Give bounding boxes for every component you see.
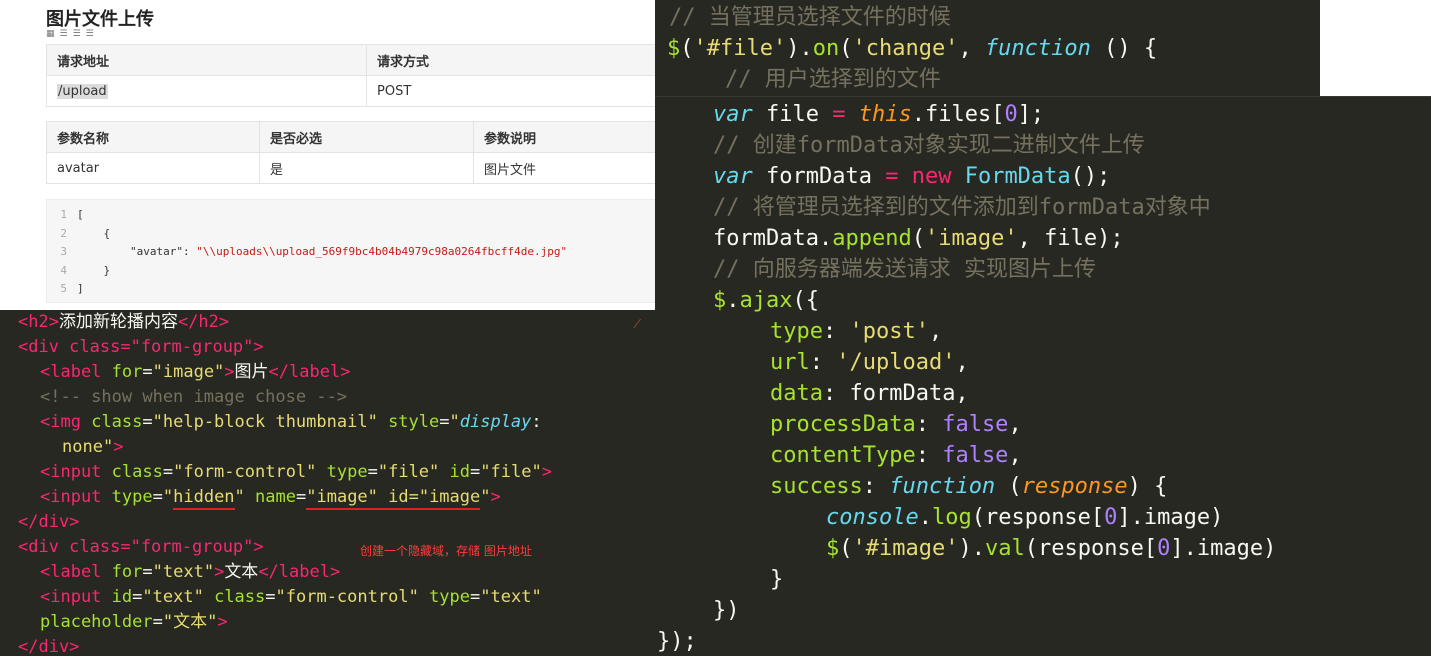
js-code-editor-main[interactable]: var file = this.files[0]; // 创建formData对… (655, 96, 1431, 656)
code-line: </div> (18, 512, 80, 532)
table-header: 请求方式 (366, 44, 655, 76)
code-line: console.log(response[0].image) (826, 505, 1224, 530)
code-line: 1[ (60, 208, 84, 221)
code-line: 4 } (60, 263, 111, 277)
code-line: 3 "avatar": "\\uploads\\upload_569f9bc4b… (60, 245, 568, 258)
code-line: formData.append('image', file); (713, 226, 1124, 251)
code-line-hidden-input: <input type="hidden" name="image" id="im… (40, 485, 501, 510)
api-doc-panel: 图片文件上传 ▦ ☰ ☰ ☰ 请求地址 请求方式 /upload POST 参数名称 … (0, 0, 655, 310)
avatar-path-string: "\\uploads\\upload_569f9bc4b04b4979c98a0… (196, 245, 568, 258)
code-line: url: '/upload', (770, 350, 969, 375)
code-line: success: function (response) { (770, 474, 1168, 499)
table-header: 参数名称 (46, 121, 260, 153)
code-line: <div class="form-group"> (18, 337, 264, 357)
code-line: contentType: false, (770, 443, 1022, 468)
table-cell: 是 (259, 152, 474, 184)
code-line: $.ajax({ (713, 288, 819, 313)
code-line: <label for="image">图片</label> (40, 362, 351, 382)
code-line: <label for="text">文本</label> (40, 562, 341, 582)
code-line: 2 { (60, 226, 111, 240)
table-cell: avatar (46, 152, 260, 184)
code-line: $('#file').on('change', function () { (667, 36, 1158, 61)
code-line: $('#image').val(response[0].image) (826, 536, 1277, 561)
cursor-mark-icon: ⁄ (636, 316, 639, 332)
code-comment: // 创建formData对象实现二进制文件上传 (713, 133, 1145, 158)
html-code-editor[interactable]: ⁄ <h2>添加新轮播内容</h2> <div class="form-grou… (0, 310, 655, 656)
align-center-icon[interactable]: ☰ (73, 29, 84, 39)
code-comment: // 用户选择到的文件 (725, 67, 941, 92)
code-line: <img class="help-block thumbnail" style=… (40, 412, 542, 432)
code-comment: // 向服务器端发送请求 实现图片上传 (713, 257, 1096, 282)
table-header: 是否必选 (259, 121, 474, 153)
code-line: <input class="form-control" type="file" … (40, 462, 552, 482)
request-table: 请求地址 请求方式 /upload POST (46, 44, 655, 107)
doc-toolbar: ▦ ☰ ☰ ☰ (46, 29, 99, 39)
code-comment: // 当管理员选择文件的时候 (669, 5, 951, 30)
table-header: 参数说明 (473, 121, 655, 153)
code-line: <div class="form-group"> (18, 537, 264, 557)
code-line: </div> (18, 637, 80, 656)
code-line: }) (713, 598, 740, 623)
js-code-editor-top[interactable]: // 当管理员选择文件的时候 $('#file').on('change', f… (655, 0, 1320, 97)
code-line: processData: false, (770, 412, 1022, 437)
table-cell: 图片文件 (473, 152, 655, 184)
code-line: var formData = new FormData(); (713, 164, 1111, 189)
code-line: type: 'post', (770, 319, 943, 344)
code-line: } (770, 567, 784, 592)
params-table: 参数名称 是否必选 参数说明 avatar 是 图片文件 (46, 121, 655, 184)
grid-icon[interactable]: ▦ (46, 29, 58, 39)
code-line: <input id="text" class="form-control" ty… (40, 587, 542, 607)
align-right-icon[interactable]: ☰ (86, 29, 97, 39)
code-comment: // 将管理员选择到的文件添加到formData对象中 (713, 195, 1211, 220)
code-line: <h2>添加新轮播内容</h2> (18, 312, 230, 332)
underlined-hidden: hidden (173, 487, 235, 510)
code-line: none"> (62, 437, 124, 457)
code-line: placeholder="文本"> (40, 612, 228, 632)
doc-title: 图片文件上传 (46, 9, 154, 30)
code-line: var file = this.files[0]; (713, 102, 1045, 127)
code-line: 5] (60, 282, 84, 295)
table-row: avatar 是 图片文件 (46, 152, 655, 184)
table-cell-method: POST (366, 75, 655, 107)
table-header: 请求地址 (46, 44, 367, 76)
align-left-icon[interactable]: ☰ (60, 29, 71, 39)
table-header-row: 参数名称 是否必选 参数说明 (46, 121, 655, 153)
code-line: }); (657, 629, 697, 654)
table-header-row: 请求地址 请求方式 (46, 44, 655, 76)
selected-url-text: /upload (57, 83, 108, 99)
response-code-sample: 1[ 2 { 3 "avatar": "\\uploads\\upload_56… (46, 199, 655, 303)
table-cell-url: /upload (46, 75, 367, 107)
code-comment: <!-- show when image chose --> (40, 387, 348, 407)
annotation-note: 创建一个隐藏域，存储 图片地址 (360, 544, 532, 558)
code-line: data: formData, (770, 381, 969, 406)
table-row: /upload POST (46, 75, 655, 107)
